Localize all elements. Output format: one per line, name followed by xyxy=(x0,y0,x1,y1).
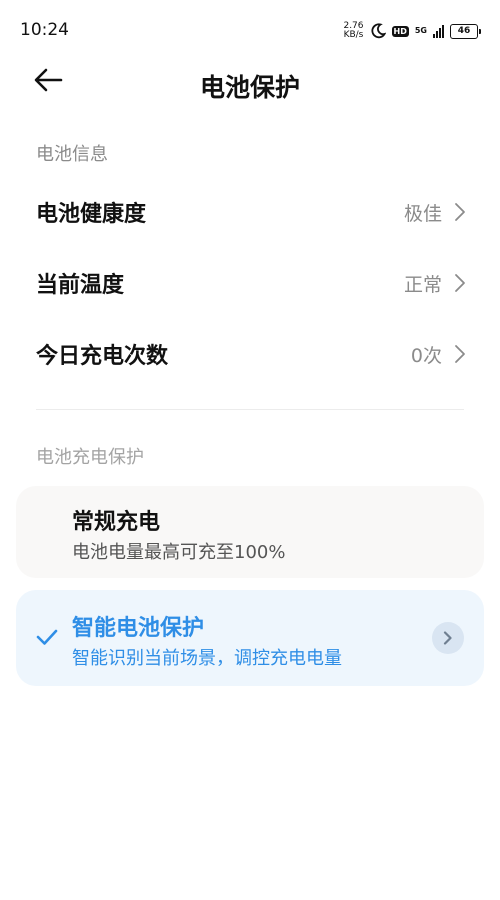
row-label: 电池健康度 xyxy=(36,202,147,227)
chevron-right-icon xyxy=(455,274,465,292)
option-smart-battery-protection[interactable]: 智能电池保护 智能识别当前场景，调控充电电量 xyxy=(16,590,484,686)
page-header: 电池保护 xyxy=(0,60,500,108)
page-title: 电池保护 xyxy=(199,73,300,102)
row-value: 0次 xyxy=(410,345,442,367)
status-time: 10:24 xyxy=(20,20,69,40)
row-current-temperature[interactable]: 当前温度 正常 xyxy=(36,253,466,313)
network-speed: 2.76 KB/s xyxy=(343,22,363,40)
chevron-right-icon xyxy=(443,631,452,645)
moon-icon xyxy=(370,23,386,39)
status-bar: 10:24 2.76 KB/s HD 5G 46 xyxy=(0,0,500,62)
network-type-label: 5G xyxy=(414,26,427,35)
chevron-right-icon xyxy=(455,345,465,363)
option-normal-charging[interactable]: 常规充电 电池电量最高可充至100% xyxy=(16,486,484,578)
row-label: 当前温度 xyxy=(36,273,125,298)
chevron-right-icon xyxy=(455,203,465,221)
status-icons: 2.76 KB/s HD 5G 46 xyxy=(343,19,481,43)
network-speed-unit: KB/s xyxy=(343,30,364,40)
row-value: 正常 xyxy=(403,274,442,296)
section-divider xyxy=(36,409,464,410)
section-label-charge-protection: 电池充电保护 xyxy=(36,447,144,468)
row-battery-health[interactable]: 电池健康度 极佳 xyxy=(36,182,466,242)
hd-icon: HD xyxy=(391,25,409,37)
battery-level: 46 xyxy=(457,25,471,36)
check-icon xyxy=(36,629,58,645)
option-detail-button[interactable] xyxy=(432,622,464,654)
row-charge-count-today[interactable]: 今日充电次数 0次 xyxy=(36,324,466,384)
row-value: 极佳 xyxy=(403,203,442,225)
option-title: 智能电池保护 xyxy=(72,616,205,641)
option-description: 电池电量最高可充至100% xyxy=(72,542,286,563)
row-label: 今日充电次数 xyxy=(36,344,169,369)
battery-icon: 46 xyxy=(450,23,481,39)
option-title: 常规充电 xyxy=(72,510,161,535)
signal-icon xyxy=(433,24,444,38)
section-label-battery-info: 电池信息 xyxy=(36,144,108,165)
option-description: 智能识别当前场景，调控充电电量 xyxy=(72,648,342,669)
